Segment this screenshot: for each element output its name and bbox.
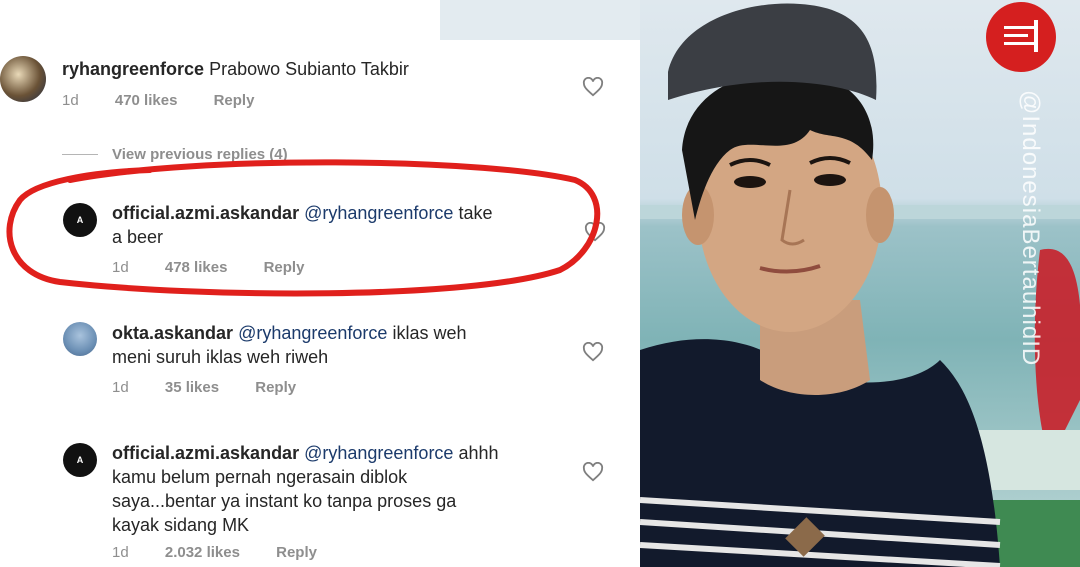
comment-likes[interactable]: 35 likes	[165, 379, 219, 396]
comment-message-line2: kamu belum pernah ngerasain diblok	[112, 467, 408, 487]
comment-username[interactable]: okta.askandar	[112, 323, 233, 343]
comment-likes[interactable]: 2.032 likes	[165, 544, 240, 561]
comment-username[interactable]: ryhangreenforce	[62, 59, 204, 79]
heart-icon[interactable]	[582, 342, 604, 362]
comment-message: iklas weh	[392, 323, 467, 343]
comment-message: take	[458, 203, 493, 223]
watermark: @IndonesiaBertauhidID	[1017, 90, 1044, 367]
comment-mention[interactable]: @ryhangreenforce	[304, 443, 453, 463]
comment-time: 1d	[112, 259, 129, 276]
reply-button[interactable]: Reply	[264, 259, 305, 276]
comment-panel: ryhangreenforce Prabowo Subianto Takbir …	[0, 0, 640, 567]
comment-text: okta.askandar @ryhangreenforce iklas weh…	[112, 321, 572, 369]
comment-text: official.azmi.askandar @ryhangreenforce …	[112, 201, 552, 249]
comment-meta: 1d 470 likes Reply	[62, 92, 286, 109]
heart-icon[interactable]	[582, 462, 604, 482]
heart-icon[interactable]	[582, 77, 604, 97]
comment-text: official.azmi.askandar @ryhangreenforce …	[112, 441, 572, 537]
avatar[interactable]: A	[63, 203, 97, 237]
reply-button[interactable]: Reply	[276, 544, 317, 561]
comment-mention[interactable]: @ryhangreenforce	[238, 323, 387, 343]
comment-message-line3: saya...bentar ya instant ko tanpa proses…	[112, 491, 457, 511]
view-previous-label[interactable]: View previous replies (4)	[112, 146, 288, 163]
divider	[62, 154, 98, 155]
comment-message: Prabowo Subianto Takbir	[209, 59, 409, 79]
comment-time: 1d	[112, 544, 129, 561]
comment-message-line2: meni suruh iklas weh riweh	[112, 347, 329, 367]
comment-likes[interactable]: 478 likes	[165, 259, 228, 276]
comment-message: ahhh	[458, 443, 499, 463]
logo-glyph	[1004, 20, 1038, 52]
photo-sky-strip	[440, 0, 640, 40]
comment-likes[interactable]: 470 likes	[115, 92, 178, 109]
avatar[interactable]: A	[63, 443, 97, 477]
comment-meta: 1d 2.032 likes Reply	[112, 544, 349, 561]
heart-icon[interactable]	[584, 222, 606, 242]
portrait-photo	[640, 0, 1080, 567]
avatar[interactable]	[63, 322, 97, 356]
view-previous-replies[interactable]: View previous replies (4)	[62, 146, 288, 163]
reply-button[interactable]: Reply	[214, 92, 255, 109]
portrait-illustration	[640, 3, 1080, 567]
avatar[interactable]	[0, 56, 46, 102]
avatar-letter: A	[76, 455, 84, 465]
brand-logo	[986, 2, 1056, 72]
comment-time: 1d	[112, 379, 129, 396]
comment-message-line4: kayak sidang MK	[112, 515, 250, 535]
comment-meta: 1d 478 likes Reply	[112, 259, 336, 276]
comment-meta: 1d 35 likes Reply	[112, 379, 328, 396]
comment-time: 1d	[62, 92, 79, 109]
reply-button[interactable]: Reply	[255, 379, 296, 396]
comment-mention[interactable]: @ryhangreenforce	[304, 203, 453, 223]
comment-username[interactable]: official.azmi.askandar	[112, 203, 299, 223]
comment-username[interactable]: official.azmi.askandar	[112, 443, 299, 463]
avatar-letter: A	[76, 215, 84, 225]
comment-text: ryhangreenforce Prabowo Subianto Takbir	[62, 57, 409, 81]
comment-message-line2: a beer	[112, 227, 164, 247]
